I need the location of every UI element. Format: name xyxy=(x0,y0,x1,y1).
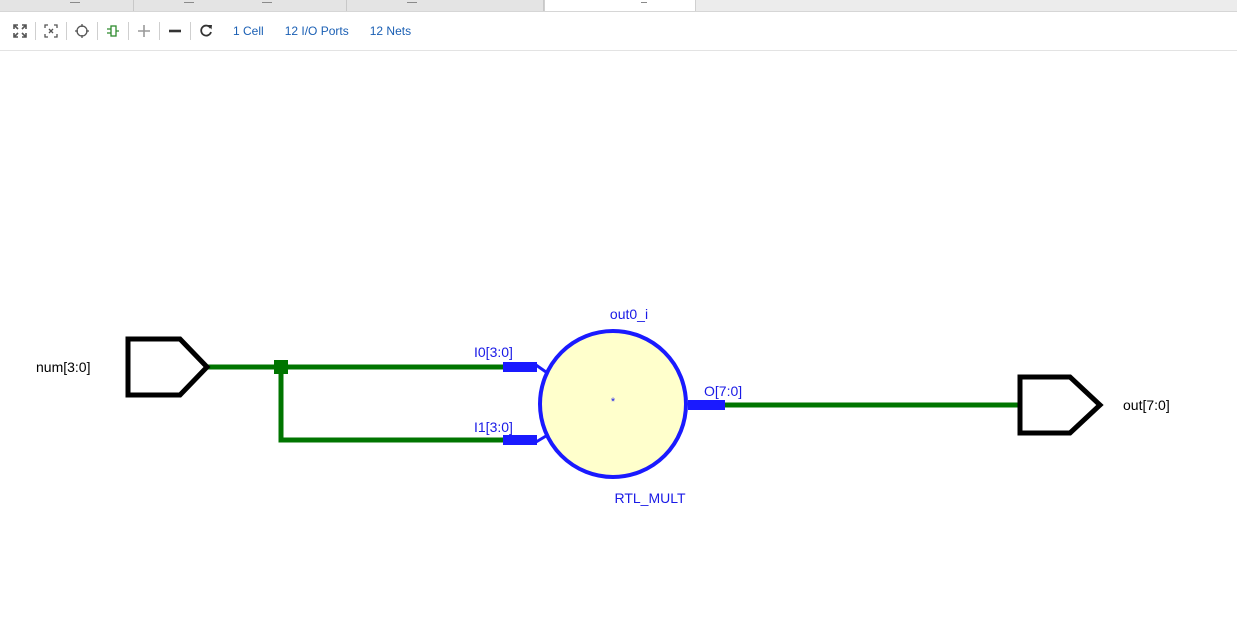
output-port-out[interactable] xyxy=(1017,374,1104,436)
toolbar-divider xyxy=(128,22,129,40)
pin-i0-label: I0[3:0] xyxy=(474,344,513,360)
toolbar-divider xyxy=(66,22,67,40)
input-port-num[interactable] xyxy=(125,336,211,398)
refresh-icon[interactable] xyxy=(193,18,219,44)
toolbar-divider xyxy=(159,22,160,40)
cell-type-label: RTL_MULT xyxy=(614,490,686,506)
zoom-selection-icon[interactable] xyxy=(38,18,64,44)
cell-symbol: * xyxy=(611,396,616,408)
crosshair-icon[interactable] xyxy=(69,18,95,44)
tab-schematic[interactable] xyxy=(544,0,696,11)
schematic-window: 1 Cell 12 I/O Ports 12 Nets num[3:0] out… xyxy=(0,0,1237,625)
zoom-out-icon[interactable] xyxy=(162,18,188,44)
tab-2[interactable] xyxy=(134,0,347,11)
net-count-link[interactable]: 12 Nets xyxy=(370,24,411,38)
fit-view-icon[interactable] xyxy=(7,18,33,44)
output-port-label: out[7:0] xyxy=(1123,397,1170,413)
pin-i0[interactable] xyxy=(503,362,547,374)
tab-strip xyxy=(0,0,1237,12)
cell-count-link[interactable]: 1 Cell xyxy=(233,24,264,38)
pin-i1[interactable] xyxy=(503,434,547,445)
tab-3[interactable] xyxy=(347,0,544,11)
net-junction xyxy=(274,360,288,374)
schematic-toolbar: 1 Cell 12 I/O Ports 12 Nets xyxy=(0,12,1237,51)
input-port-label: num[3:0] xyxy=(36,359,90,375)
cell-instance-name: out0_i xyxy=(610,306,648,322)
toolbar-divider xyxy=(35,22,36,40)
tab-1[interactable] xyxy=(0,0,134,11)
schematic-canvas[interactable]: num[3:0] out[7:0] * out0_i RTL_MULT I0[3… xyxy=(0,51,1237,625)
io-port-count-link[interactable]: 12 I/O Ports xyxy=(285,24,349,38)
toolbar-divider xyxy=(190,22,191,40)
toolbar-divider xyxy=(97,22,98,40)
pin-o-label: O[7:0] xyxy=(704,383,742,399)
zoom-in-icon[interactable] xyxy=(131,18,157,44)
pin-i1-label: I1[3:0] xyxy=(474,419,513,435)
cell-icon[interactable] xyxy=(100,18,126,44)
pin-o[interactable] xyxy=(688,400,725,410)
net-num[interactable] xyxy=(208,364,505,443)
